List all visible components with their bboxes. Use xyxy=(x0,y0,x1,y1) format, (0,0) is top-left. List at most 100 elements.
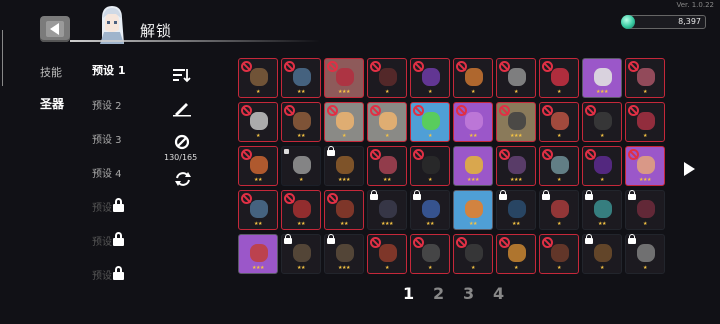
preset-1[interactable]: 预设 1 xyxy=(92,62,125,78)
next-page-arrow-icon[interactable] xyxy=(684,162,695,176)
relic-slot[interactable]: ★ xyxy=(453,234,493,274)
relic-icon xyxy=(465,200,483,218)
relic-slot[interactable]: ★ xyxy=(238,58,278,98)
relic-slot[interactable]: ★★ xyxy=(324,190,364,230)
relic-slot[interactable]: ★★ xyxy=(496,190,536,230)
ban-icon xyxy=(456,237,467,248)
preset-3[interactable]: 预设 3 xyxy=(92,131,122,146)
relic-slot[interactable]: ★★★ xyxy=(367,190,407,230)
relic-slot[interactable]: ★ xyxy=(281,146,321,186)
relic-slot[interactable]: ★★★ xyxy=(496,102,536,142)
relic-slot[interactable]: ★ xyxy=(496,58,536,98)
refresh-icon[interactable] xyxy=(173,170,193,188)
relic-slot[interactable]: ★★ xyxy=(453,190,493,230)
relic-slot[interactable]: ★ xyxy=(367,234,407,274)
page-3[interactable]: 3 xyxy=(463,284,493,303)
relic-slot[interactable]: ★★★ xyxy=(453,146,493,186)
preset-label: 预设 xyxy=(92,237,112,248)
star-rating: ★★★ xyxy=(252,265,264,271)
relic-icon xyxy=(637,68,655,86)
category-tab-relics[interactable]: 圣器 xyxy=(40,95,64,112)
relic-slot[interactable]: ★★★ xyxy=(582,58,622,98)
relic-slot[interactable]: ★ xyxy=(539,102,579,142)
relic-slot[interactable]: ★ xyxy=(367,58,407,98)
relic-slot[interactable]: ★ xyxy=(539,58,579,98)
relic-slot[interactable]: ★★★ xyxy=(238,234,278,274)
relic-slot[interactable]: ★★★ xyxy=(324,146,364,186)
relic-icon xyxy=(250,244,268,262)
relic-slot[interactable]: ★ xyxy=(582,234,622,274)
relic-slot[interactable]: ★ xyxy=(539,234,579,274)
star-rating: ★ xyxy=(385,133,389,139)
relic-slot[interactable]: ★★★ xyxy=(324,234,364,274)
relic-icon xyxy=(508,68,526,86)
relic-slot[interactable]: ★ xyxy=(410,58,450,98)
relic-slot[interactable]: ★ xyxy=(582,146,622,186)
relic-icon xyxy=(465,156,483,174)
preset-4[interactable]: 预设 4 xyxy=(92,165,122,180)
lock-icon xyxy=(113,198,124,212)
star-rating: ★ xyxy=(557,177,561,183)
relic-icon xyxy=(250,68,268,86)
lock-icon xyxy=(284,234,292,244)
relic-slot[interactable]: ★ xyxy=(582,102,622,142)
relic-slot[interactable]: ★ xyxy=(238,102,278,142)
relic-slot[interactable]: ★ xyxy=(625,58,665,98)
category-label: 圣器 xyxy=(40,97,65,111)
relic-slot[interactable]: ★ xyxy=(539,190,579,230)
relic-slot[interactable]: ★★ xyxy=(582,190,622,230)
relic-slot[interactable]: ★ xyxy=(410,234,450,274)
relic-slot[interactable]: ★ xyxy=(367,102,407,142)
relic-slot[interactable]: ★★ xyxy=(238,190,278,230)
preset-5-locked[interactable]: 预设 xyxy=(92,198,124,214)
relic-icon xyxy=(336,200,354,218)
lock-icon xyxy=(113,266,124,280)
page-2[interactable]: 2 xyxy=(433,284,463,303)
relic-slot[interactable]: ★ xyxy=(324,102,364,142)
relic-slot[interactable]: ★ xyxy=(453,58,493,98)
pen-icon[interactable] xyxy=(172,99,192,117)
star-rating: ★★★ xyxy=(338,177,350,183)
relic-slot[interactable]: ★★ xyxy=(281,190,321,230)
page-4[interactable]: 4 xyxy=(493,284,523,303)
star-rating: ★ xyxy=(643,89,647,95)
preset-6-locked[interactable]: 预设 xyxy=(92,232,124,248)
star-rating: ★★ xyxy=(469,133,477,139)
relic-slot[interactable]: ★ xyxy=(410,102,450,142)
category-tab-skills[interactable]: 技能 xyxy=(40,64,62,80)
relic-slot[interactable]: ★ xyxy=(625,190,665,230)
preset-7-locked[interactable]: 预设 xyxy=(92,266,124,282)
relic-icon xyxy=(551,244,569,262)
relic-icon xyxy=(379,156,397,174)
ban-icon xyxy=(241,193,252,204)
relic-icon xyxy=(293,68,311,86)
back-button[interactable] xyxy=(40,16,70,42)
relic-slot[interactable]: ★★ xyxy=(453,102,493,142)
relic-slot[interactable]: ★ xyxy=(539,146,579,186)
relic-slot[interactable]: ★ xyxy=(625,234,665,274)
star-rating: ★ xyxy=(643,133,647,139)
relic-slot[interactable]: ★★ xyxy=(281,58,321,98)
relic-slot[interactable]: ★★ xyxy=(238,146,278,186)
relic-slot[interactable]: ★★ xyxy=(281,102,321,142)
star-rating: ★★ xyxy=(297,265,305,271)
relic-slot[interactable]: ★★★ xyxy=(496,146,536,186)
relic-slot[interactable]: ★★ xyxy=(281,234,321,274)
relic-slot[interactable]: ★★★ xyxy=(324,58,364,98)
relic-icon xyxy=(293,156,311,174)
page-1[interactable]: 1 xyxy=(403,284,433,303)
star-rating: ★★ xyxy=(340,221,348,227)
preset-2[interactable]: 预设 2 xyxy=(92,97,122,112)
relic-icon xyxy=(465,68,483,86)
relic-slot[interactable]: ★ xyxy=(410,146,450,186)
relic-icon xyxy=(422,244,440,262)
relic-slot[interactable]: ★★ xyxy=(410,190,450,230)
relic-slot[interactable]: ★ xyxy=(625,102,665,142)
star-rating: ★ xyxy=(643,221,647,227)
star-rating: ★ xyxy=(256,89,260,95)
relic-slot[interactable]: ★ xyxy=(496,234,536,274)
sort-icon[interactable] xyxy=(172,66,192,84)
relic-slot[interactable]: ★★★ xyxy=(625,146,665,186)
relic-slot[interactable]: ★★ xyxy=(367,146,407,186)
ban-icon[interactable] xyxy=(174,134,190,150)
